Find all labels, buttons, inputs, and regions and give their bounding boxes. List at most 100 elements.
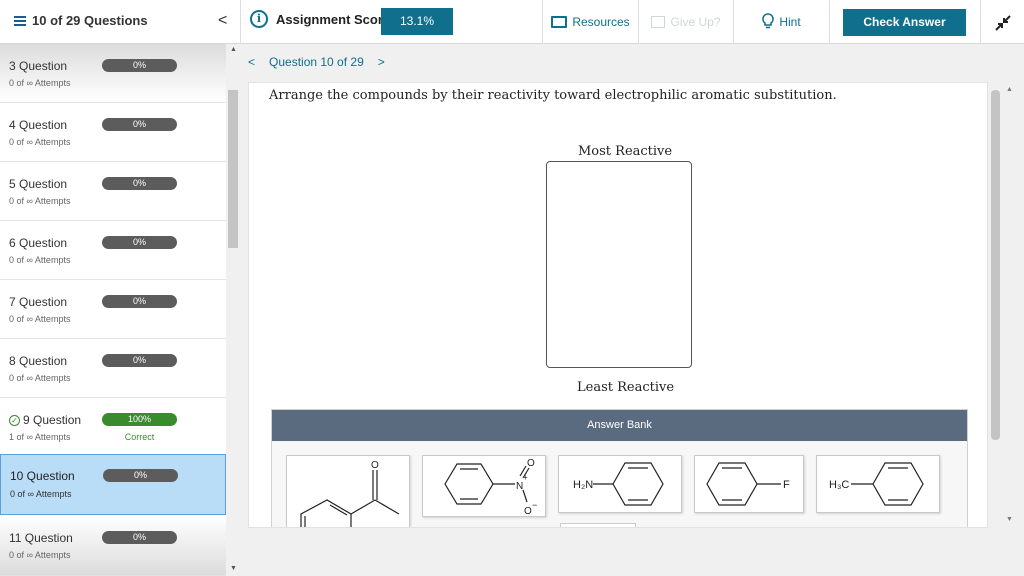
question-title: 3 Question — [9, 59, 68, 73]
molecule-drawing: O — [300, 460, 400, 527]
scroll-up-icon[interactable]: ▲ — [230, 46, 237, 53]
progress-bar: 0% — [103, 469, 178, 482]
progress-bar: 0% — [102, 295, 177, 308]
collapse-sidebar-button[interactable]: < — [218, 12, 227, 30]
divider — [980, 0, 981, 44]
content-scroll-down-icon[interactable]: ▼ — [1006, 516, 1013, 523]
question-nav-label: Question 10 of 29 — [269, 55, 364, 69]
molecule-drawing: H₂N — [573, 462, 664, 506]
svg-text:−: − — [532, 500, 537, 510]
hint-button[interactable]: Hint — [734, 0, 829, 44]
hint-label: Hint — [779, 15, 801, 29]
svg-text:N: N — [516, 481, 523, 492]
progress-bar: 0% — [102, 236, 177, 249]
svg-text:H₂N: H₂N — [573, 479, 593, 491]
svg-text:F: F — [783, 479, 790, 491]
content-scroll-up-icon[interactable]: ▲ — [1006, 86, 1013, 93]
answer-card-acetophenone[interactable]: O — [286, 455, 410, 527]
question-attempts: 0 of ∞ Attempts — [9, 550, 71, 560]
folder-icon — [551, 16, 568, 28]
question-attempts: 0 of ∞ Attempts — [9, 78, 71, 88]
collapse-fullscreen-icon[interactable] — [994, 14, 1012, 35]
progress-bar: 0% — [102, 531, 177, 544]
svg-text:O: O — [371, 460, 379, 471]
question-attempts: 1 of ∞ Attempts — [9, 432, 71, 442]
question-title: 5 Question — [9, 177, 68, 191]
give-up-button[interactable]: Give Up? — [639, 0, 733, 44]
question-title: 7 Question — [9, 295, 68, 309]
content-scroll-thumb[interactable] — [991, 90, 1000, 440]
molecule-drawing: N + O O − — [444, 458, 537, 517]
molecule-drawing: H₃C — [829, 462, 924, 506]
sidebar-question-10[interactable]: 10 Question 0 of ∞ Attempts 0% — [0, 454, 226, 515]
divider — [829, 0, 830, 44]
question-content: Arrange the compounds by their reactivit… — [248, 82, 988, 528]
answer-card-nitrobenzene[interactable]: N + O O − — [422, 455, 546, 517]
question-status: Correct — [124, 432, 155, 442]
question-attempts: 0 of ∞ Attempts — [9, 255, 71, 265]
answer-bank-title: Answer Bank — [272, 410, 967, 441]
score-value: 13.1% — [381, 8, 453, 35]
sidebar-question-8[interactable]: 8 Question 0 of ∞ Attempts 0% — [0, 339, 226, 398]
sidebar-question-7[interactable]: 7 Question 0 of ∞ Attempts 0% — [0, 280, 226, 339]
most-reactive-label: Most Reactive — [578, 144, 673, 159]
svg-text:H₃C: H₃C — [829, 479, 849, 491]
answer-bank: Answer Bank O N + O O − H₂N F H₃C — [271, 409, 968, 527]
answer-card-toluene[interactable]: H₃C — [816, 455, 940, 513]
answer-card-partial[interactable] — [560, 523, 636, 527]
molecule-drawing: F — [706, 462, 790, 506]
progress-bar: 0% — [102, 59, 177, 72]
svg-text:O: O — [524, 506, 532, 517]
least-reactive-label: Least Reactive — [577, 380, 675, 395]
ranking-drop-zone[interactable] — [546, 161, 692, 368]
divider — [240, 0, 241, 44]
progress-bar: 0% — [102, 118, 177, 131]
check-answer-button[interactable]: Check Answer — [843, 9, 966, 36]
give-up-label: Give Up? — [670, 15, 721, 29]
question-sidebar: 3 Question 0 of ∞ Attempts 0% 4 Question… — [0, 44, 240, 576]
sidebar-question-9[interactable]: ✓ 9 Question 1 of ∞ Attempts 100% Correc… — [0, 398, 226, 457]
svg-text:+: + — [523, 473, 528, 482]
previous-question-button[interactable]: < — [248, 55, 255, 69]
sidebar-question-6[interactable]: 6 Question 0 of ∞ Attempts 0% — [0, 221, 226, 280]
info-icon[interactable]: i — [250, 10, 268, 28]
question-list-toggle[interactable]: 10 of 29 Questions — [14, 13, 148, 28]
question-attempts: 0 of ∞ Attempts — [9, 137, 71, 147]
next-question-button[interactable]: > — [378, 55, 385, 69]
progress-bar: 100% — [102, 413, 177, 426]
question-nav: < Question 10 of 29 > — [248, 55, 385, 69]
progress-bar: 0% — [102, 177, 177, 190]
question-count: 10 of 29 Questions — [32, 13, 148, 28]
sidebar-question-11[interactable]: 11 Question 0 of ∞ Attempts 0% — [0, 516, 226, 576]
sidebar-question-4[interactable]: 4 Question 0 of ∞ Attempts 0% — [0, 103, 226, 162]
question-title: 10 Question — [10, 469, 75, 483]
question-title-text: 9 Question — [23, 413, 82, 427]
question-attempts: 0 of ∞ Attempts — [10, 489, 72, 499]
assignment-score: i Assignment Score: — [250, 10, 394, 28]
sidebar-question-5[interactable]: 5 Question 0 of ∞ Attempts 0% — [0, 162, 226, 221]
score-label: Assignment Score: — [276, 11, 395, 27]
question-title: 8 Question — [9, 354, 68, 368]
top-bar: 10 of 29 Questions < i Assignment Score:… — [0, 0, 1024, 44]
sidebar-scroll-thumb[interactable] — [228, 90, 238, 248]
progress-bar: 0% — [102, 354, 177, 367]
question-prompt: Arrange the compounds by their reactivit… — [269, 88, 837, 103]
question-title: ✓ 9 Question — [9, 413, 81, 427]
resources-label: Resources — [572, 15, 630, 29]
answer-card-aniline[interactable]: H₂N — [558, 455, 682, 513]
scroll-down-icon[interactable]: ▼ — [230, 565, 237, 572]
question-attempts: 0 of ∞ Attempts — [9, 314, 71, 324]
svg-text:O: O — [527, 458, 535, 469]
lightbulb-icon — [762, 12, 775, 32]
check-circle-icon: ✓ — [9, 414, 20, 426]
give-up-icon — [651, 16, 666, 28]
question-title: 6 Question — [9, 236, 68, 250]
list-icon — [14, 15, 26, 26]
resources-button[interactable]: Resources — [543, 0, 638, 44]
sidebar-question-3[interactable]: 3 Question 0 of ∞ Attempts 0% — [0, 44, 226, 103]
question-attempts: 0 of ∞ Attempts — [9, 373, 71, 383]
answer-card-fluorobenzene[interactable]: F — [694, 455, 804, 513]
question-title: 11 Question — [9, 531, 73, 545]
question-attempts: 0 of ∞ Attempts — [9, 196, 71, 206]
question-title: 4 Question — [9, 118, 68, 132]
